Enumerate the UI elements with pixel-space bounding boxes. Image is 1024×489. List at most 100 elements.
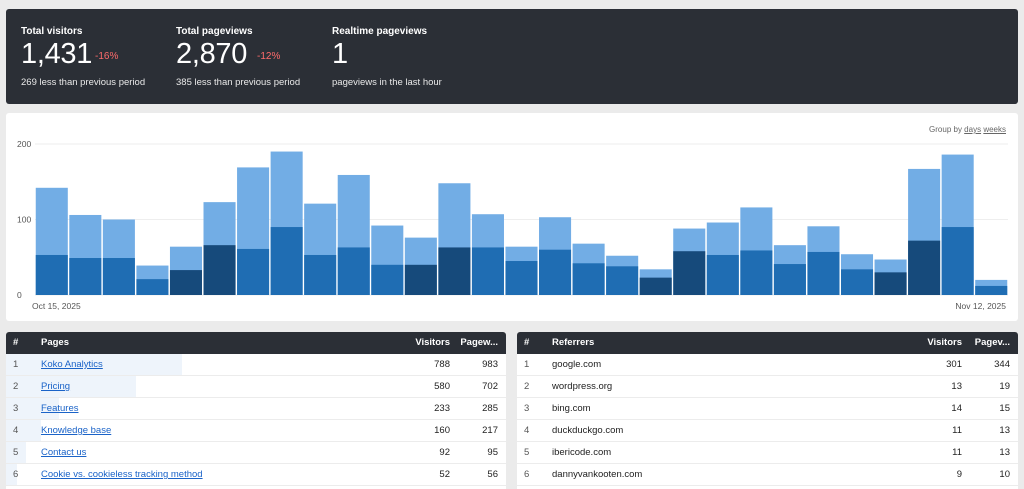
visitors-bar — [371, 264, 404, 295]
pages-row: 6 Cookie vs. cookieless tracking method 52… — [6, 464, 506, 486]
visitors-bar — [438, 247, 471, 295]
visitors-bar — [337, 247, 370, 295]
referrer-name: ibericode.com — [552, 447, 612, 458]
referrers-visitors-header[interactable]: Visitors — [927, 332, 962, 354]
pages-row: 1 Koko Analytics 788 983 — [6, 354, 506, 376]
referrer-name: duckduckgo.com — [552, 425, 624, 436]
visitors-bar — [237, 248, 270, 295]
group-by-days-link[interactable]: days — [964, 125, 981, 134]
visitors-bar — [941, 227, 974, 295]
referrer-name: bing.com — [552, 403, 591, 414]
referrer-name: google.com — [552, 359, 602, 370]
referrer-visitors: 14 — [951, 403, 962, 414]
referrers-table-header: # Referrers Visitors Pagev... — [517, 332, 1018, 354]
visitors-bar — [471, 247, 504, 295]
pages-visitors-header[interactable]: Visitors — [415, 332, 450, 354]
referrer-row: 5 ibericode.com 11 13 — [517, 442, 1018, 464]
pages-row: 2 Pricing 580 702 — [6, 376, 506, 398]
pages-name-link[interactable]: Knowledge base — [41, 420, 111, 442]
pages-name-link[interactable]: Cookie vs. cookieless tracking method — [41, 464, 203, 486]
realtime-pageviews-sub: pageviews in the last hour — [332, 77, 442, 88]
referrer-rank: 1 — [524, 359, 530, 370]
pageviews-chart: 200 100 0 Oct 15, 2025 Nov 12, 2025 — [17, 139, 1008, 311]
pages-pageviews: 217 — [482, 425, 498, 436]
y-tick-label: 100 — [17, 215, 31, 225]
pages-rank: 5 — [13, 447, 19, 458]
visitors-bar — [673, 251, 706, 295]
referrer-row: 3 bing.com 14 15 — [517, 398, 1018, 420]
referrer-pageviews: 13 — [999, 447, 1010, 458]
pages-visitors: 788 — [434, 359, 450, 370]
pages-name-link[interactable]: Pricing — [41, 376, 70, 398]
referrer-row: 1 google.com 301 344 — [517, 354, 1018, 376]
realtime-pageviews-value: 1 — [332, 38, 348, 70]
pages-pageviews: 702 — [482, 381, 498, 392]
total-pageviews-sub: 385 less than previous period — [176, 77, 301, 88]
total-pageviews-label: Total pageviews — [176, 26, 253, 37]
visitors-bar — [270, 227, 303, 295]
pages-row: 5 Contact us 92 95 — [6, 442, 506, 464]
visitors-bar — [606, 266, 639, 295]
pages-visitors: 92 — [439, 447, 450, 458]
visitors-bar — [304, 254, 337, 295]
pages-visitors: 233 — [434, 403, 450, 414]
referrers-table: # Referrers Visitors Pagev... 1 google.co… — [517, 332, 1018, 489]
pages-rank: 6 — [13, 469, 19, 480]
pages-rank: 3 — [13, 403, 19, 414]
visitors-bar — [203, 245, 236, 295]
visitors-bar — [69, 258, 102, 295]
referrers-name-header: Referrers — [552, 337, 595, 348]
referrer-visitors: 9 — [956, 469, 962, 480]
visitors-bar — [404, 264, 437, 295]
visitors-bar — [840, 269, 874, 295]
visitors-bar — [169, 270, 203, 295]
totals-panel: Total visitors 1,431 -16% 269 less than … — [6, 9, 1018, 104]
referrers-pageviews-header[interactable]: Pagev... — [975, 332, 1010, 354]
x-end-label: Nov 12, 2025 — [955, 301, 1006, 311]
visitors-bar — [102, 258, 135, 295]
referrer-pageviews: 10 — [999, 469, 1010, 480]
pages-visitors: 580 — [434, 381, 450, 392]
total-visitors-label: Total visitors — [21, 26, 83, 37]
referrer-rank: 2 — [524, 381, 530, 392]
pages-table: # Pages Visitors Pagew... 1 Koko Analytic… — [6, 332, 506, 489]
referrer-name: wordpress.org — [552, 381, 613, 392]
visitors-bar — [807, 251, 840, 295]
pages-rank: 4 — [13, 425, 19, 436]
pages-pageviews: 285 — [482, 403, 498, 414]
visitors-bar — [740, 250, 773, 295]
pages-table-header: # Pages Visitors Pagew... — [6, 332, 506, 354]
referrer-rank: 5 — [524, 447, 530, 458]
pages-name-link[interactable]: Contact us — [41, 442, 86, 464]
pages-name-link[interactable]: Koko Analytics — [41, 354, 103, 376]
visitors-bar — [35, 254, 68, 295]
x-start-label: Oct 15, 2025 — [32, 301, 81, 311]
group-by-weeks-link[interactable]: weeks — [983, 125, 1006, 134]
visitors-bar — [773, 264, 806, 295]
referrer-pageviews: 13 — [999, 425, 1010, 436]
referrer-row: 2 wordpress.org 13 19 — [517, 376, 1018, 398]
referrer-name: dannyvankooten.com — [552, 469, 643, 480]
visitors-bar — [505, 261, 538, 295]
visitors-bar — [706, 254, 739, 295]
pages-pageviews-header[interactable]: Pagew... — [460, 332, 498, 354]
referrers-rank-header: # — [524, 337, 530, 348]
pages-row: 4 Knowledge base 160 217 — [6, 420, 506, 442]
total-visitors-change: -16% — [95, 51, 119, 62]
chart-panel: 200 100 0 Oct 15, 2025 Nov 12, 2025 Group by… — [6, 113, 1018, 321]
referrer-visitors: 11 — [952, 425, 962, 436]
group-by-control: Group by days weeks — [929, 125, 1006, 134]
visitors-bar — [572, 263, 605, 295]
pages-pageviews: 56 — [487, 469, 498, 480]
referrer-pageviews: 15 — [999, 403, 1010, 414]
pages-visitors: 160 — [434, 425, 450, 436]
total-visitors-value: 1,431 — [21, 38, 93, 70]
visitors-bar — [908, 240, 941, 295]
referrer-row: 6 dannyvankooten.com 9 10 — [517, 464, 1018, 486]
pages-name-link[interactable]: Features — [41, 398, 79, 420]
referrer-pageviews: 19 — [999, 381, 1010, 392]
pages-rank-header: # — [13, 337, 19, 348]
pages-pageviews: 95 — [487, 447, 498, 458]
realtime-pageviews-label: Realtime pageviews — [332, 26, 428, 37]
referrer-visitors: 11 — [952, 447, 962, 458]
